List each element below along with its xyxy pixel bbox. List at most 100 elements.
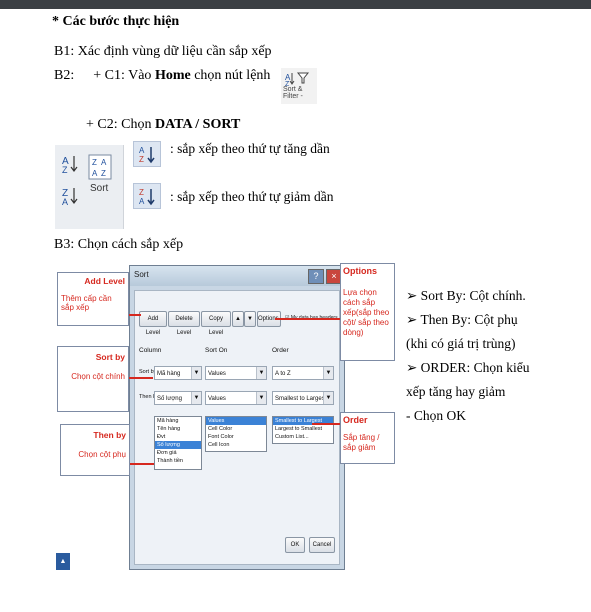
svg-text:A: A bbox=[139, 146, 145, 155]
pointer-line bbox=[129, 314, 141, 316]
copy-level-button[interactable]: Copy Level bbox=[201, 311, 231, 336]
explanation-item: (khi có giá trị trùng) bbox=[406, 336, 516, 351]
callout-add-level: Add Level Thêm cấp cần sắp xếp bbox=[57, 272, 129, 326]
sort-by-order-value: A to Z bbox=[275, 371, 291, 377]
step-3-text: B3: Chọn cách sắp xếp bbox=[54, 237, 184, 252]
delete-level-button[interactable]: Delete Level bbox=[168, 311, 200, 336]
then-by-order-select[interactable]: Smallest to Largest ▼ bbox=[272, 391, 334, 405]
callout-options-body: Lựa chọn cách sắp xếp(sắp theo cột/ sắp … bbox=[343, 288, 390, 337]
dropdown-arrow-icon: ▼ bbox=[191, 367, 201, 379]
step-2-label: B2: bbox=[54, 68, 75, 83]
callout-order-body: Sắp tăng / sắp giảm bbox=[343, 433, 380, 452]
step-1-text: B1: Xác định vùng dữ liệu cần sắp xếp bbox=[54, 44, 272, 59]
callout-order-head: Order bbox=[343, 415, 368, 425]
column-dropdown-list[interactable]: Mã hàng Tên hàng Đvt Số lượng Đơn giá Th… bbox=[154, 416, 202, 470]
step-2-c1-suffix: chọn nút lệnh bbox=[190, 68, 271, 83]
callout-then-by: Then by Chọn cột phụ bbox=[60, 424, 130, 476]
order-header: Order bbox=[272, 347, 289, 354]
ribbon-sort-group: A Z Z A Z A A Z Sort bbox=[55, 145, 124, 229]
cancel-button[interactable]: Cancel bbox=[309, 537, 335, 553]
top-toolbar-strip bbox=[0, 0, 591, 9]
svg-text:Z: Z bbox=[101, 169, 106, 178]
svg-text:Z: Z bbox=[92, 158, 97, 167]
dialog-titlebar: Sort ? × bbox=[130, 266, 344, 286]
order-dropdown-list[interactable]: Smallest to Largest Largest to Smallest … bbox=[272, 416, 334, 444]
then-by-sorton-select[interactable]: Values ▼ bbox=[205, 391, 267, 405]
svg-text:A: A bbox=[139, 197, 145, 206]
dropdown-arrow-icon: ▼ bbox=[256, 392, 266, 404]
list-item[interactable]: Mã hàng bbox=[155, 417, 201, 425]
sort-on-dropdown-list[interactable]: Values Cell Color Font Color Cell Icon bbox=[205, 416, 267, 452]
callout-add-level-body: Thêm cấp cần sắp xếp bbox=[61, 294, 112, 312]
svg-text:Z: Z bbox=[62, 165, 68, 175]
svg-text:A: A bbox=[92, 169, 98, 178]
step-2-c2-bold: DATA / SORT bbox=[154, 117, 241, 132]
pointer-line bbox=[312, 423, 340, 425]
explanation-item: ➢ Sort By: Cột chính. bbox=[406, 288, 526, 303]
sort-by-column-value: Mã hàng bbox=[157, 371, 181, 377]
list-item[interactable]: Custom List... bbox=[273, 433, 333, 441]
then-by-column-value: Số lượng bbox=[157, 396, 182, 402]
ascending-description: : sắp xếp theo thứ tự tăng dần bbox=[170, 141, 330, 156]
list-item[interactable]: Đơn giá bbox=[155, 449, 201, 457]
step-2-c2-line: + C2: Chọn DATA / SORT bbox=[86, 117, 240, 133]
sort-on-header: Sort On bbox=[205, 347, 228, 354]
sort-by-sorton-value: Values bbox=[208, 371, 226, 377]
move-up-button[interactable]: ▲ bbox=[232, 311, 244, 327]
callout-order: Order Sắp tăng / sắp giảm bbox=[340, 412, 395, 464]
sort-az-icon[interactable]: A Z Z A Z A A Z bbox=[55, 145, 123, 215]
list-item[interactable]: Tên hàng bbox=[155, 425, 201, 433]
sort-filter-caption-2: Filter - bbox=[283, 93, 303, 100]
callout-then-by-body: Chọn cột phụ bbox=[78, 450, 126, 459]
svg-text:Z: Z bbox=[139, 155, 144, 164]
dropdown-arrow-icon: ▼ bbox=[191, 392, 201, 404]
sort-dialog: Sort ? × Add Level Delete Level Copy Lev… bbox=[129, 265, 345, 570]
then-by-order-value: Smallest to Largest bbox=[275, 396, 327, 402]
callout-then-by-head: Then by bbox=[93, 430, 126, 440]
dropdown-arrow-icon: ▼ bbox=[323, 392, 333, 404]
move-down-button[interactable]: ▼ bbox=[244, 311, 256, 327]
step-2-line: B2: + C1: Vào Home chọn nút lệnh bbox=[54, 68, 270, 84]
sort-by-order-select[interactable]: A to Z ▼ bbox=[272, 366, 334, 380]
dialog-body: Add Level Delete Level Copy Level ▲ ▼ Op… bbox=[134, 290, 340, 565]
then-by-column-select[interactable]: Số lượng ▼ bbox=[154, 391, 202, 405]
step-2-c1-bold: Home bbox=[154, 68, 191, 83]
list-item[interactable]: Cell Icon bbox=[206, 441, 266, 449]
svg-text:A: A bbox=[101, 158, 107, 167]
callout-sort-by-body: Chọn cột chính bbox=[71, 372, 125, 381]
list-item[interactable]: Font Color bbox=[206, 433, 266, 441]
sort-filter-caption-1: Sort & bbox=[283, 86, 303, 93]
pointer-line bbox=[129, 377, 153, 379]
explanation-item: ➢ Then By: Cột phụ bbox=[406, 312, 518, 327]
logo-icon: ▲ bbox=[56, 553, 70, 570]
pointer-line bbox=[275, 318, 340, 320]
sort-by-column-select[interactable]: Mã hàng ▼ bbox=[154, 366, 202, 380]
explanation-item: - Chọn OK bbox=[406, 408, 466, 423]
column-header: Column bbox=[139, 347, 162, 354]
list-item[interactable]: Thành tiền bbox=[155, 457, 201, 465]
callout-options: Options Lựa chọn cách sắp xếp(sắp theo c… bbox=[340, 263, 395, 361]
list-item[interactable]: Cell Color bbox=[206, 425, 266, 433]
pointer-line bbox=[130, 463, 154, 465]
dropdown-arrow-icon: ▼ bbox=[323, 367, 333, 379]
list-item[interactable]: Largest to Smallest bbox=[273, 425, 333, 433]
sort-button-label[interactable]: Sort bbox=[90, 183, 108, 194]
sort-by-sorton-select[interactable]: Values ▼ bbox=[205, 366, 267, 380]
list-item-selected[interactable]: Số lượng bbox=[155, 441, 201, 449]
help-icon[interactable]: ? bbox=[308, 269, 324, 284]
svg-text:A: A bbox=[62, 197, 68, 207]
dialog-title: Sort bbox=[134, 270, 149, 279]
ok-button[interactable]: OK bbox=[285, 537, 305, 553]
svg-text:Z: Z bbox=[139, 188, 144, 197]
sort-filter-icon: A Z Sort & Filter - bbox=[281, 68, 317, 104]
sort-descending-icon: Z A bbox=[133, 183, 161, 209]
list-item[interactable]: Đvt bbox=[155, 433, 201, 441]
list-item-selected[interactable]: Values bbox=[206, 417, 266, 425]
callout-sort-by-head: Sort by bbox=[95, 352, 125, 362]
explanation-item: xếp tăng hay giảm bbox=[406, 384, 506, 399]
callout-add-level-head: Add Level bbox=[84, 276, 125, 286]
step-2-c1-prefix: + C1: Vào bbox=[93, 68, 155, 83]
add-level-button[interactable]: Add Level bbox=[139, 311, 167, 336]
callout-sort-by: Sort by Chọn cột chính bbox=[57, 346, 129, 412]
step-2-c2-prefix: + C2: Chọn bbox=[86, 117, 155, 132]
